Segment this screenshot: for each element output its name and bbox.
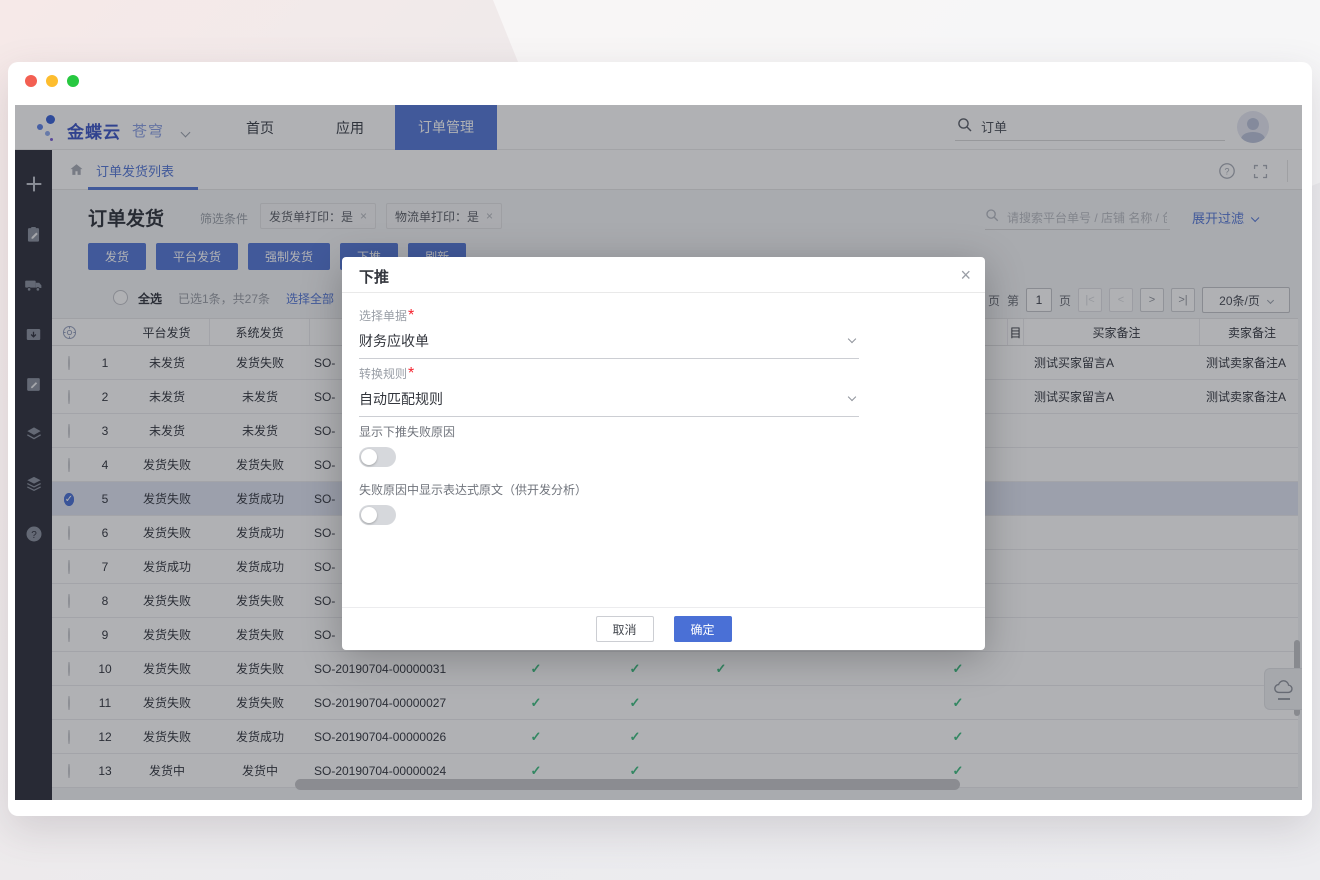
- cancel-button[interactable]: 取消: [596, 616, 654, 642]
- select-document-dropdown[interactable]: 财务应收单: [359, 331, 859, 359]
- push-down-modal: 下推 × 选择单据* 财务应收单 转换规则* 自动匹配规则 显示下推失败原因 失…: [342, 257, 985, 650]
- toggle-show-expression: 失败原因中显示表达式原文（供开发分析）: [359, 481, 587, 525]
- show-failure-reason-toggle[interactable]: [359, 447, 396, 467]
- field-label: 选择单据: [359, 309, 407, 323]
- modal-header: 下推 ×: [342, 257, 985, 293]
- zoom-window-button[interactable]: [67, 75, 79, 87]
- field-conversion-rule: 转换规则* 自动匹配规则: [359, 365, 859, 417]
- toggle-show-failure-reason: 显示下推失败原因: [359, 423, 455, 467]
- toggle-label: 显示下推失败原因: [359, 423, 455, 440]
- conversion-rule-dropdown[interactable]: 自动匹配规则: [359, 389, 859, 417]
- field-label: 转换规则: [359, 367, 407, 381]
- required-asterisk: *: [408, 365, 414, 382]
- show-expression-toggle[interactable]: [359, 505, 396, 525]
- minimize-window-button[interactable]: [46, 75, 58, 87]
- toggle-knob: [361, 449, 377, 465]
- desktop-background: 金蝶云 苍穹 首页应用订单管理 订单 ? 订单发货列表 ?: [0, 0, 1320, 880]
- confirm-button[interactable]: 确定: [674, 616, 732, 642]
- close-icon[interactable]: ×: [960, 263, 971, 287]
- chevron-down-icon: [848, 393, 856, 401]
- toggle-knob: [361, 507, 377, 523]
- close-window-button[interactable]: [25, 75, 37, 87]
- window-controls: [25, 75, 79, 87]
- modal-title: 下推: [359, 266, 389, 287]
- chevron-down-icon: [848, 335, 856, 343]
- required-asterisk: *: [408, 307, 414, 324]
- modal-footer: 取消 确定: [342, 607, 985, 650]
- field-select-document: 选择单据* 财务应收单: [359, 307, 859, 359]
- toggle-label: 失败原因中显示表达式原文（供开发分析）: [359, 481, 587, 498]
